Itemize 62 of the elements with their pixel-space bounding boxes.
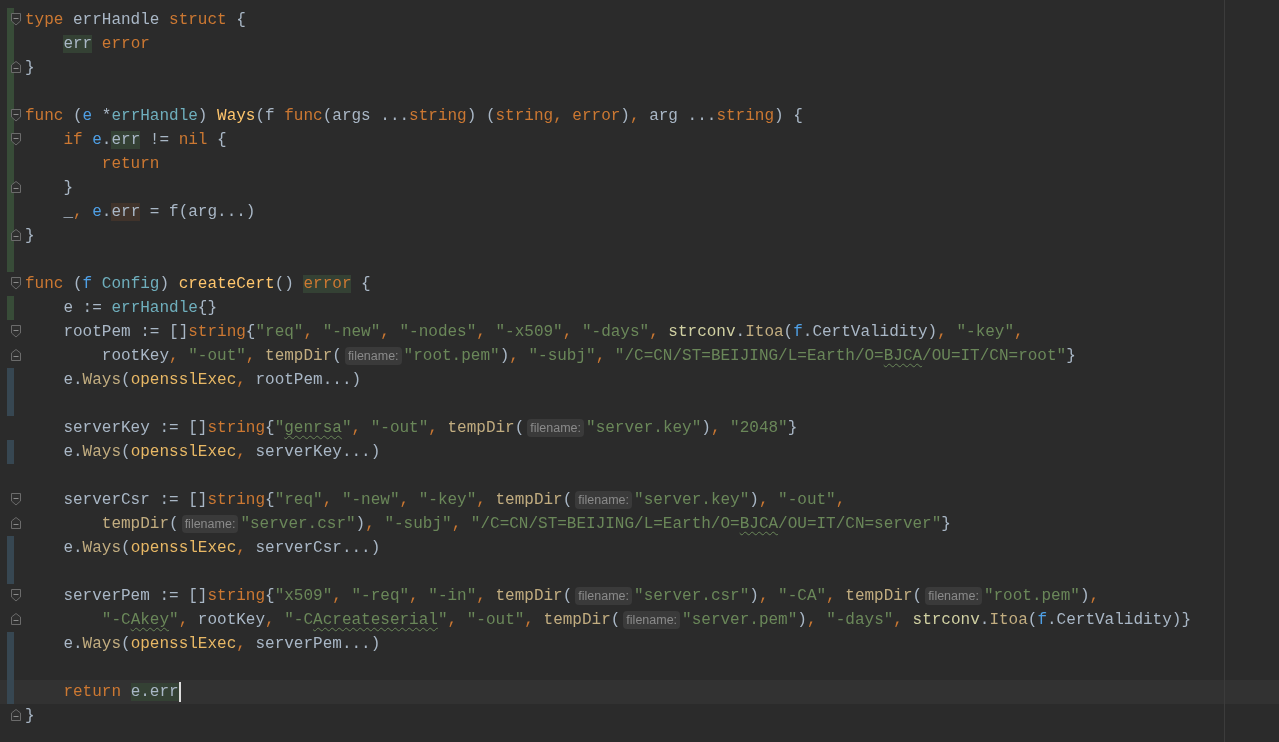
code-text: "server.key"), "2048"} [586,418,798,439]
code-text: "root.pem"), [983,586,1100,607]
fold-icon[interactable] [11,133,21,146]
inlay-hint: filename: [925,587,982,605]
code-text: e.Ways(opensslExec, serverCsr...) [63,538,381,559]
code-text: e := errHandle{} [63,298,218,319]
code-text: err error [63,34,150,55]
code-text: "server.key"), "-out", [634,490,846,511]
code-text: } [25,58,35,79]
change-marker[interactable] [7,536,14,560]
inlay-hint: filename: [623,611,681,629]
fold-icon[interactable] [11,325,21,338]
fold-icon[interactable] [11,277,21,290]
fold-icon[interactable] [11,181,21,194]
fold-icon[interactable] [11,13,21,26]
change-marker[interactable] [7,248,14,272]
code-text: "server.csr"), "-CA", tempDir( [634,586,923,607]
code-text: tempDir( [101,514,179,535]
code-text: } [25,706,35,727]
text-cursor [178,682,181,702]
code-text: return e.err [63,682,179,703]
inlay-hint: filename: [344,347,402,365]
code-text: rootPem := []string{"req", "-new", "-nodes", "-x509", "-days", strconv.Itoa(f.CertValidity), "-key", [63,322,1024,343]
fold-icon[interactable] [11,613,21,626]
fold-icon[interactable] [11,349,21,362]
code-text: return [101,154,160,175]
change-marker[interactable] [7,368,14,392]
fold-icon[interactable] [11,229,21,242]
code-text: } [63,178,73,199]
code-text: serverKey := []string{"genrsa", "-out", tempDir( [63,418,525,439]
code-text: "server.pem"), "-days", strconv.Itoa(f.CertValidity)} [682,610,1192,631]
fold-icon[interactable] [11,709,21,722]
inlay-hint: filename: [181,515,239,533]
change-marker[interactable] [7,296,14,320]
code-text: e.Ways(opensslExec, serverKey...) [63,442,381,463]
inlay-hint: filename: [527,419,585,437]
fold-icon[interactable] [11,589,21,602]
change-marker[interactable] [7,440,14,464]
code-text: func (f Config) createCert() error { [25,274,371,295]
fold-icon[interactable] [11,493,21,506]
code-text: func (e *errHandle) Ways(f func(args ...string) (string, error), arg ...string) { [25,106,803,127]
change-marker[interactable] [7,680,14,704]
code-text: _, e.err = f(arg...) [63,202,256,223]
inlay-hint: filename: [575,491,633,509]
change-marker[interactable] [7,392,14,416]
code-text: e.Ways(opensslExec, rootPem...) [63,370,362,391]
code-text: "server.csr"), "-subj", "/C=CN/ST=BEIJING/L=Earth/O=BJCA/OU=IT/CN=server"} [240,514,951,535]
fold-icon[interactable] [11,109,21,122]
fold-icon[interactable] [11,517,21,530]
code-text: type errHandle struct { [25,10,246,31]
code-text: serverCsr := []string{"req", "-new", "-key", tempDir( [63,490,573,511]
code-text: "-CAkey", rootKey, "-CAcreateserial", "-out", tempDir( [101,610,621,631]
fold-icon[interactable] [11,61,21,74]
code-text: e.Ways(opensslExec, serverPem...) [63,634,381,655]
code-text: if e.err != nil { [63,130,227,151]
inlay-hint: filename: [575,587,633,605]
code-text: } [25,226,35,247]
change-marker[interactable] [7,632,14,656]
change-marker[interactable] [7,560,14,584]
code-text: rootKey, "-out", tempDir( [101,346,342,367]
code-text: serverPem := []string{"x509", "-req", "-in", tempDir( [63,586,573,607]
code-text: "root.pem"), "-subj", "/C=CN/ST=BEIJING/L=Earth/O=BJCA/OU=IT/CN=root"} [403,346,1076,367]
